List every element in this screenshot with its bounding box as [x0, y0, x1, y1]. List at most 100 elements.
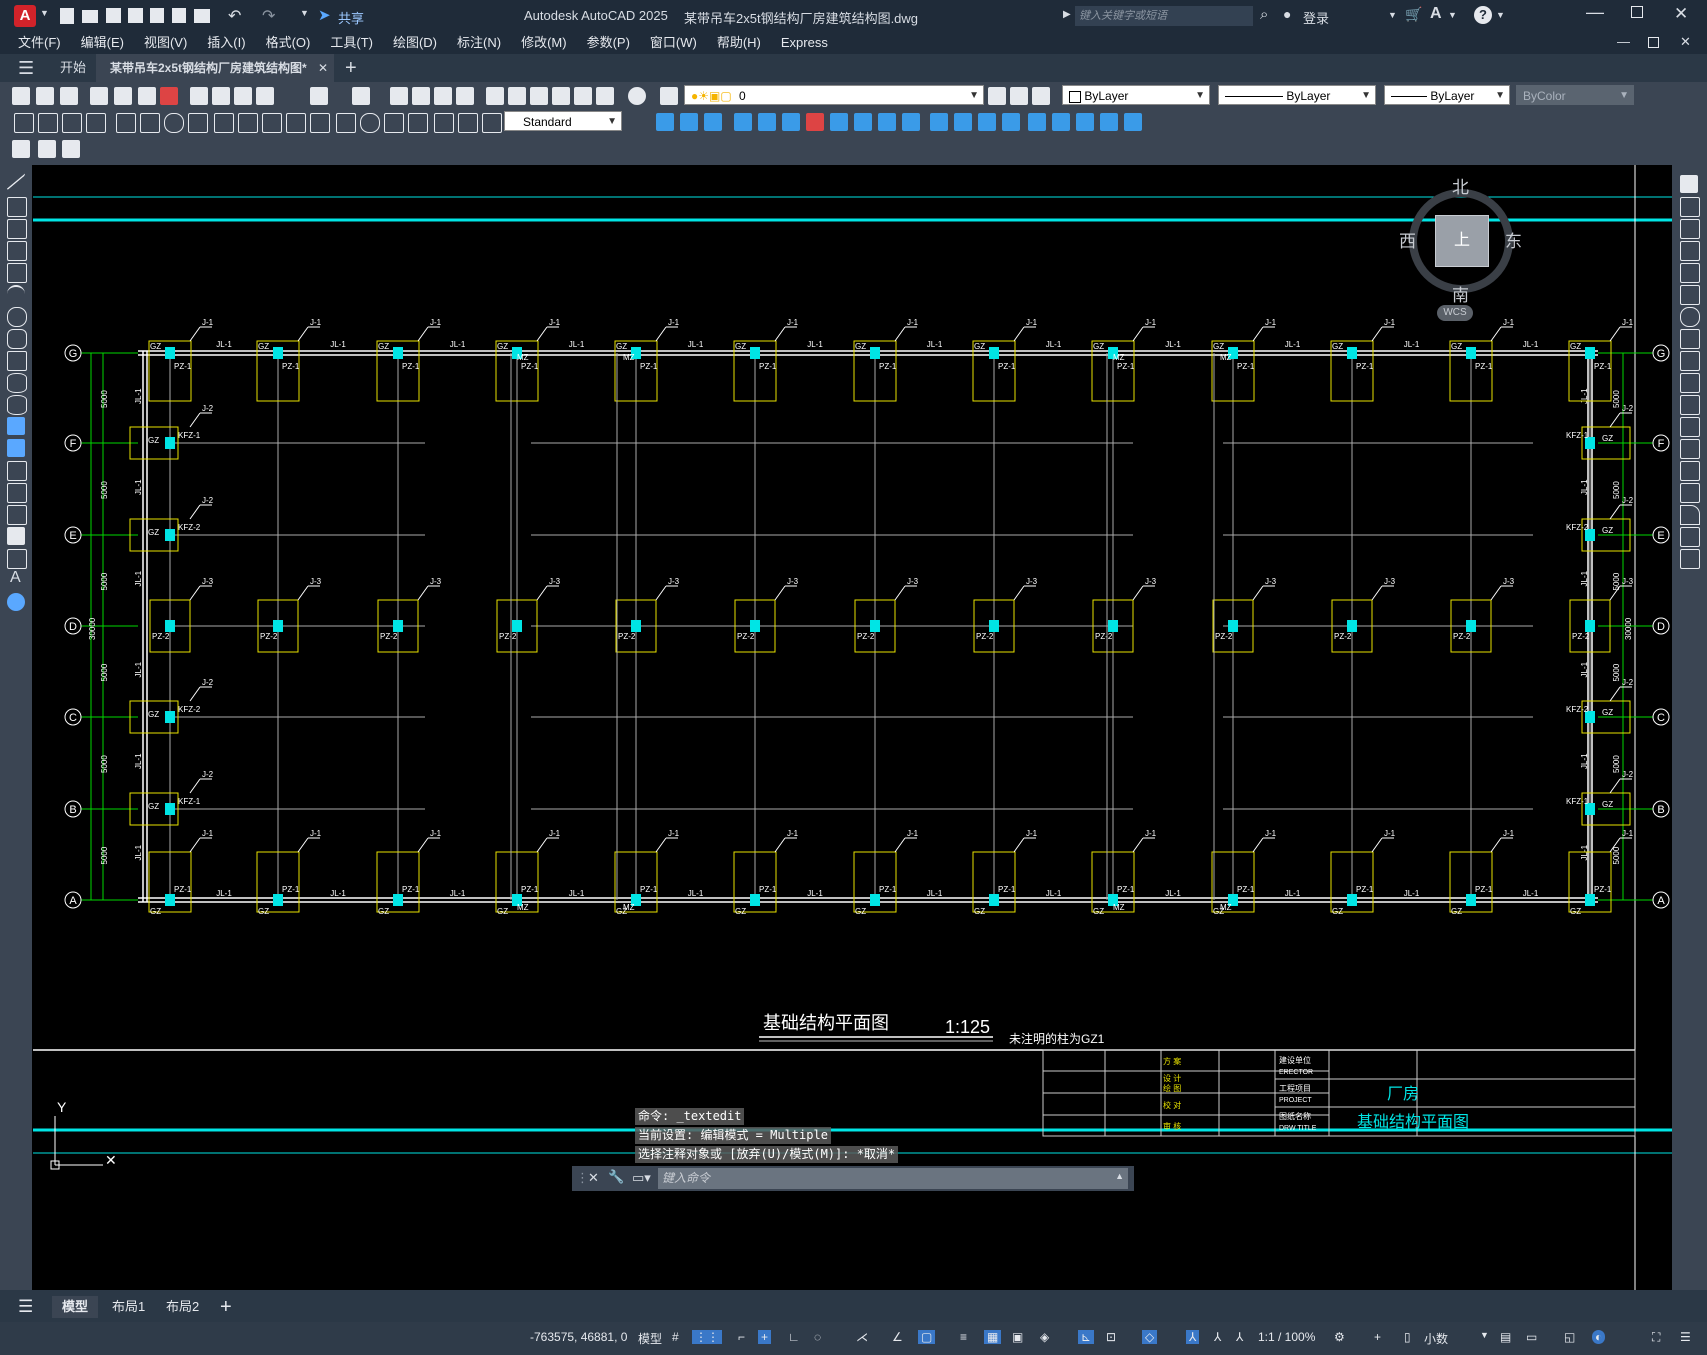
login-dropdown-icon[interactable]: ▼ [1388, 10, 1397, 20]
save-as-icon[interactable] [128, 8, 143, 23]
properties-icon[interactable] [486, 87, 504, 105]
match-prop-icon[interactable] [256, 87, 274, 105]
open-file-icon[interactable] [82, 10, 98, 23]
qnew-icon[interactable] [12, 87, 30, 105]
login-button[interactable]: 登录 [1303, 8, 1329, 27]
save-icon[interactable] [106, 8, 121, 23]
isodraft-icon[interactable]: ⋌ [856, 1330, 868, 1344]
preview-icon[interactable] [114, 87, 132, 105]
make-block-icon[interactable] [7, 439, 25, 457]
dim-space-icon[interactable] [286, 113, 306, 133]
autodesk-app-icon[interactable]: A [1430, 5, 1442, 23]
find-text-icon[interactable] [62, 140, 80, 158]
polygon-icon[interactable] [7, 241, 27, 261]
add-layout-icon[interactable]: + [220, 1296, 232, 1318]
check-spelling-icon[interactable] [38, 140, 56, 158]
make-current-icon[interactable] [988, 87, 1006, 105]
publish-icon[interactable] [138, 87, 156, 105]
layer-previous-icon[interactable] [1010, 87, 1028, 105]
copy-icon[interactable] [212, 87, 230, 105]
menu-parametric[interactable]: 参数(P) [577, 32, 640, 54]
lineweight-dropdown[interactable]: ByLayer ▼ [1384, 85, 1510, 105]
open-icon[interactable] [36, 87, 54, 105]
quick-properties-icon[interactable]: ▤ [1500, 1330, 1511, 1344]
selection-cycling-icon[interactable]: ▣ [1012, 1330, 1023, 1344]
modify-8-icon[interactable] [830, 113, 848, 131]
dim-linear-icon[interactable] [14, 113, 34, 133]
dim-continue-icon[interactable] [262, 113, 282, 133]
dim-arc-icon[interactable] [62, 113, 82, 133]
search-icon[interactable]: ⌕ [1260, 6, 1268, 23]
menu-view[interactable]: 视图(V) [134, 32, 197, 54]
tab-close-icon[interactable]: ✕ [318, 54, 328, 82]
drawing-canvas[interactable]: G G 5000 5000 F F 5000 5000 E E 5000 5000 D D 5000 5000… [33, 165, 1672, 1290]
menu-insert[interactable]: 插入(I) [197, 32, 255, 54]
pan-icon[interactable] [390, 87, 408, 105]
minimize-icon[interactable]: — [1586, 2, 1604, 23]
zoom-previous-icon[interactable] [456, 87, 474, 105]
close-icon[interactable]: ✕ [1674, 4, 1688, 24]
share-icon[interactable]: ➤ [318, 6, 331, 24]
mirror-icon[interactable] [1680, 219, 1700, 239]
quick-access-dropdown-icon[interactable]: ▼ [300, 8, 309, 18]
autodesk-dropdown-icon[interactable]: ▼ [1448, 10, 1457, 20]
scale-icon[interactable] [1680, 329, 1700, 349]
blend-icon[interactable] [1680, 527, 1700, 547]
explode-icon[interactable] [1680, 549, 1700, 569]
doc-restore-icon[interactable] [1648, 37, 1659, 48]
command-close-icon[interactable]: ✕ [588, 1170, 599, 1186]
command-recent-icon[interactable]: ▲ [1115, 1171, 1124, 1181]
pdf-icon[interactable] [160, 87, 178, 105]
transparency-icon[interactable]: ▦ [984, 1330, 1002, 1344]
array-icon[interactable] [1680, 263, 1700, 283]
wcs-menu[interactable]: WCS [1437, 305, 1473, 321]
compass-south[interactable]: 南 [1452, 281, 1469, 306]
dim-diameter-icon[interactable] [164, 113, 184, 133]
table-icon[interactable] [7, 549, 27, 569]
modify-12-icon[interactable] [930, 113, 948, 131]
quick-dim-icon[interactable] [214, 113, 234, 133]
tab-start[interactable]: 开始 [60, 54, 86, 82]
command-input[interactable]: 键入命令 ▲ [658, 1168, 1128, 1189]
inspect-icon[interactable] [384, 113, 404, 133]
hamburger-menu-icon[interactable]: ☰ [18, 54, 34, 82]
tab-active-drawing[interactable]: 某带吊车2x5t钢结构厂房建筑结构图* ✕ [96, 54, 334, 82]
search-expand-icon[interactable]: ▶ [1063, 9, 1071, 20]
qsave-icon[interactable] [60, 87, 78, 105]
construction-line-icon[interactable] [7, 197, 27, 217]
selection-filter-icon[interactable]: ⊡ [1106, 1330, 1116, 1344]
zoom-window-icon[interactable] [434, 87, 452, 105]
autocad-logo-icon[interactable]: A [14, 5, 36, 27]
modify-20-icon[interactable] [1124, 113, 1142, 131]
menu-file[interactable]: 文件(F) [8, 32, 71, 54]
polar-icon[interactable]: ◌ [814, 1330, 821, 1344]
join-icon[interactable] [1680, 461, 1700, 481]
viewcube[interactable]: 上 北 南 西 东 [1395, 175, 1525, 305]
hardware-accel-icon[interactable]: ◐ [1592, 1330, 1606, 1344]
model-space-button[interactable]: 模型 [638, 1330, 662, 1347]
menu-tools[interactable]: 工具(T) [320, 32, 383, 54]
drawing-svg[interactable]: G G 5000 5000 F F 5000 5000 E E 5000 5000 D D 5000 5000… [33, 165, 1672, 1290]
sheet-set-icon[interactable] [552, 87, 570, 105]
modify-15-icon[interactable] [1002, 113, 1020, 131]
save-web-icon[interactable] [172, 8, 186, 23]
chamfer-icon[interactable] [1680, 483, 1700, 503]
zoom-realtime-icon[interactable] [412, 87, 430, 105]
plot-icon[interactable] [194, 9, 210, 23]
point-icon[interactable] [7, 461, 27, 481]
new-tab-icon[interactable]: + [345, 54, 357, 82]
annotation-visibility-icon[interactable]: ⅄ [1186, 1330, 1200, 1344]
jogged-linear-icon[interactable] [408, 113, 428, 133]
customization-icon[interactable]: ☰ [1680, 1330, 1691, 1344]
layout-menu-icon[interactable]: ☰ [18, 1296, 33, 1318]
auto-scale-icon[interactable]: ⅄ [1214, 1330, 1221, 1344]
offset-icon[interactable] [1680, 241, 1700, 261]
redo-tb-icon[interactable] [352, 87, 370, 105]
dim-edit-icon[interactable] [434, 113, 454, 133]
gizmo-icon[interactable]: ◇ [1142, 1330, 1158, 1344]
circle-icon[interactable] [7, 307, 27, 327]
center-mark-icon[interactable] [360, 113, 380, 133]
dimstyle-dropdown[interactable]: Standard ▼ [504, 111, 622, 131]
dynamic-ucs-icon[interactable]: ⊾ [1078, 1330, 1095, 1344]
dim-aligned-icon[interactable] [38, 113, 58, 133]
